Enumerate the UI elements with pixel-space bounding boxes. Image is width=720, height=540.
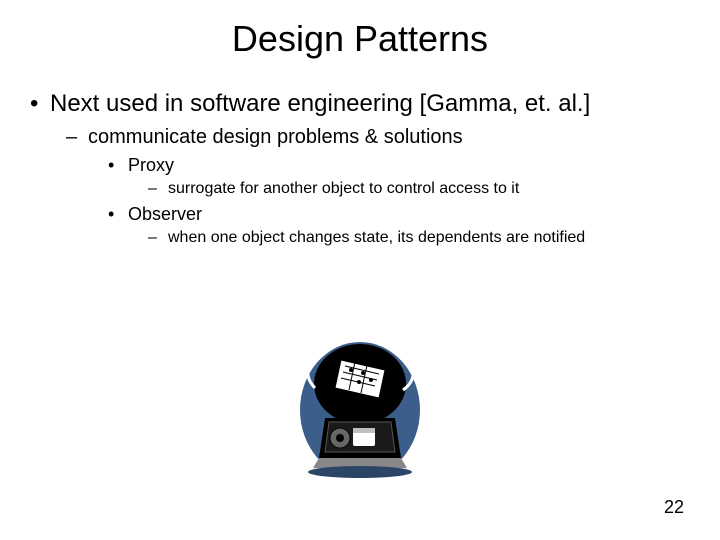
page-number: 22 <box>664 497 684 518</box>
bullet-level1: Next used in software engineering [Gamma… <box>28 90 692 118</box>
bullet-level3: Observer <box>28 204 692 225</box>
bullet-level4: when one object changes state, its depen… <box>28 229 692 247</box>
clipart-chip-icon <box>295 340 425 480</box>
bullet-level4: surrogate for another object to control … <box>28 180 692 198</box>
bullet-level3: Proxy <box>28 155 692 176</box>
bullet-level2: communicate design problems & solutions <box>28 126 692 149</box>
slide-body: Next used in software engineering [Gamma… <box>0 60 720 247</box>
slide-title: Design Patterns <box>0 0 720 60</box>
slide: Design Patterns Next used in software en… <box>0 0 720 540</box>
